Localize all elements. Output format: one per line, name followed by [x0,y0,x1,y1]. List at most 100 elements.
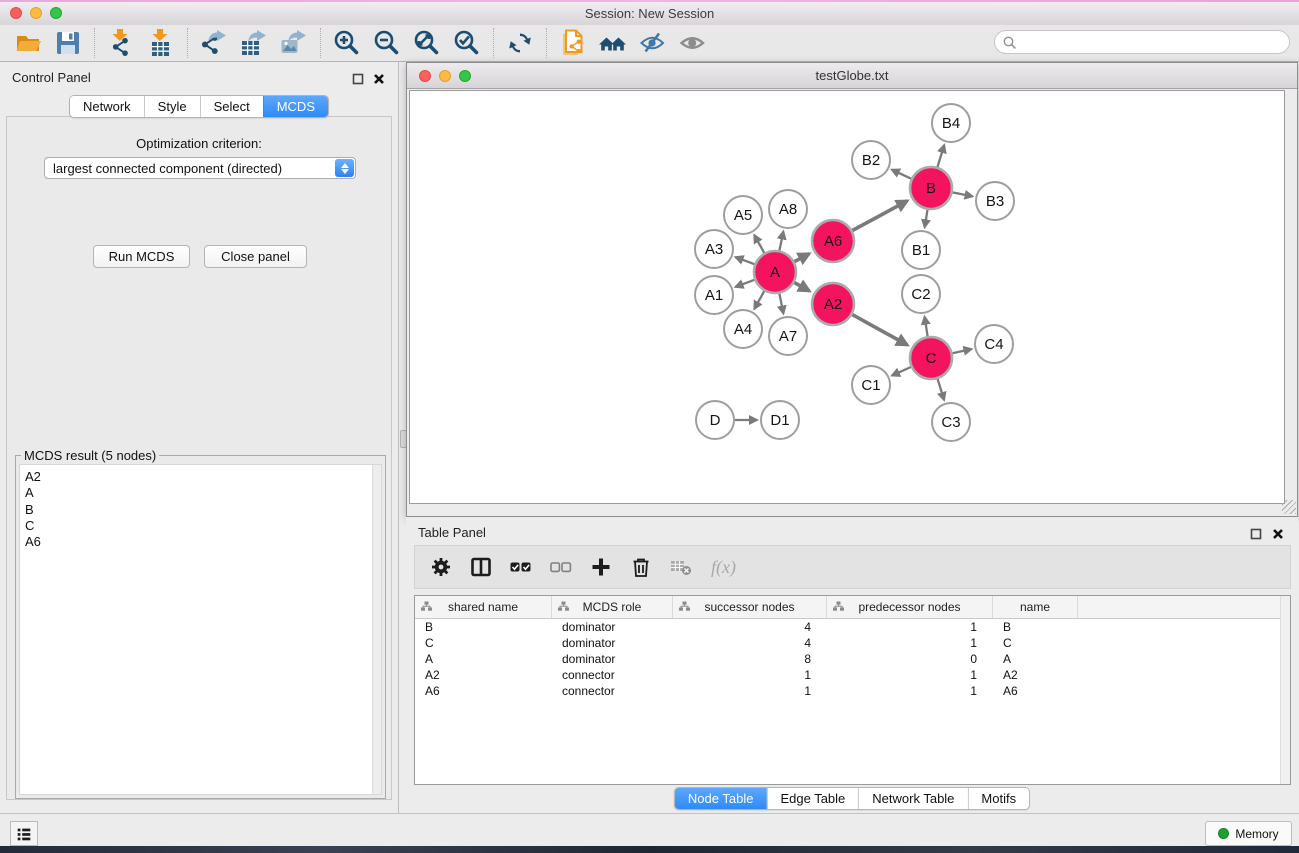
close-panel-icon[interactable] [373,72,385,84]
mcds-result-item[interactable]: A2 [20,469,381,485]
table-cell[interactable]: A2 [993,668,1078,682]
table-cell[interactable]: dominator [552,620,673,634]
mcds-result-item[interactable]: A6 [20,534,381,550]
close-window-button[interactable] [10,7,22,19]
table-cell[interactable]: 1 [827,620,993,634]
criterion-dropdown[interactable]: largest connected component (directed) [44,157,356,179]
graph-node-A5[interactable]: A5 [724,196,762,234]
table-cell[interactable]: A [415,652,552,666]
table-cell[interactable]: 1 [827,668,993,682]
function-builder-icon[interactable]: f(x) [709,557,736,578]
graph-edge-A-A4[interactable] [754,291,764,309]
mcds-result-item[interactable]: A [20,485,381,501]
table-row[interactable]: Adominator80A [415,651,1290,667]
graph-node-B1[interactable]: B1 [902,231,940,269]
refresh-layout-icon[interactable] [500,27,540,59]
table-cell[interactable]: A2 [415,668,552,682]
table-row[interactable]: Bdominator41B [415,619,1290,635]
table-cell[interactable]: C [415,636,552,650]
tab-style[interactable]: Style [144,96,200,117]
graph-edge-A2-C[interactable] [852,315,907,345]
column-header-shared-name[interactable]: shared name [415,596,552,618]
search-box[interactable] [994,30,1290,54]
open-session-icon[interactable] [8,27,48,59]
graph-edge-A-A3[interactable] [736,257,755,264]
graph-edge-A-A1[interactable] [736,280,755,287]
network-canvas[interactable]: B4B2BB3A5A8A6B1A3AA1C2A2A4A7C4CC1C3DD1 [409,90,1285,504]
first-neighbors-icon[interactable] [593,27,633,59]
table-cell[interactable]: dominator [552,652,673,666]
save-session-icon[interactable] [48,27,88,59]
graph-edge-A-A8[interactable] [779,232,783,251]
graph-edge-C-C1[interactable] [892,367,911,376]
select-all-columns-icon[interactable] [509,555,533,579]
graph-edge-A-A6[interactable] [794,254,809,262]
graph-edge-C-C4[interactable] [953,349,972,353]
graph-edge-C-C3[interactable] [938,379,945,400]
task-history-button[interactable] [10,821,38,846]
search-input[interactable] [1021,32,1285,54]
table-cell[interactable]: 4 [673,620,827,634]
graph-edge-B-B1[interactable] [925,210,928,228]
table-cell[interactable]: 0 [827,652,993,666]
graph-node-A8[interactable]: A8 [769,190,807,228]
graph-node-A3[interactable]: A3 [695,230,733,268]
graph-node-B2[interactable]: B2 [852,141,890,179]
zoom-window-button[interactable] [50,7,62,19]
export-network-icon[interactable] [194,27,234,59]
minimize-window-button[interactable] [30,7,42,19]
resize-grip-icon[interactable] [1282,500,1296,514]
mcds-result-item[interactable]: C [20,518,381,534]
table-cell[interactable]: connector [552,684,673,698]
table-row[interactable]: A6connector11A6 [415,683,1290,699]
delete-column-icon[interactable] [629,555,653,579]
graph-node-A[interactable]: A [754,251,796,293]
table-cell[interactable]: 8 [673,652,827,666]
table-cell[interactable]: B [993,620,1078,634]
graph-edge-B-B3[interactable] [953,192,973,196]
graph-node-A2[interactable]: A2 [812,283,854,325]
tab-network-table[interactable]: Network Table [858,788,967,809]
new-network-from-selection-icon[interactable] [553,27,593,59]
table-cell[interactable]: C [993,636,1078,650]
add-column-icon[interactable] [589,555,613,579]
minimize-view-button[interactable] [439,70,451,82]
tab-select[interactable]: Select [200,96,263,117]
graph-edge-A-A5[interactable] [754,235,764,253]
table-row[interactable]: Cdominator41C [415,635,1290,651]
graph-edge-C-C2[interactable] [925,317,928,337]
graph-edge-A-A7[interactable] [779,294,783,314]
hide-selected-icon[interactable] [633,27,673,59]
table-row[interactable]: A2connector11A2 [415,667,1290,683]
import-network-icon[interactable] [101,27,141,59]
close-panel-button[interactable]: Close panel [204,245,307,268]
show-columns-icon[interactable] [469,555,493,579]
graph-edge-A6-B[interactable] [852,201,907,231]
graph-node-A6[interactable]: A6 [812,220,854,262]
mcds-result-list[interactable]: A2ABCA6 [19,464,382,795]
memory-button[interactable]: Memory [1205,821,1292,846]
graph-node-A4[interactable]: A4 [724,310,762,348]
zoom-view-button[interactable] [459,70,471,82]
graph-node-C4[interactable]: C4 [975,325,1013,363]
graph-node-B[interactable]: B [910,167,952,209]
graph-node-A1[interactable]: A1 [695,276,733,314]
close-table-panel-icon[interactable] [1272,527,1284,539]
table-cell[interactable]: B [415,620,552,634]
tab-node-table[interactable]: Node Table [675,788,767,809]
column-header-name[interactable]: name [993,596,1078,618]
graph-node-D[interactable]: D [696,401,734,439]
zoom-out-icon[interactable] [367,27,407,59]
export-image-icon[interactable] [274,27,314,59]
graph-node-A7[interactable]: A7 [769,317,807,355]
table-cell[interactable]: A6 [415,684,552,698]
graph-edge-B-B4[interactable] [938,145,945,167]
graph-node-B4[interactable]: B4 [932,104,970,142]
zoom-selected-icon[interactable] [447,27,487,59]
table-cell[interactable]: 1 [673,668,827,682]
float-table-panel-icon[interactable] [1250,527,1262,539]
table-cell[interactable]: 1 [827,636,993,650]
show-all-icon[interactable] [673,27,713,59]
table-cell[interactable]: 1 [673,684,827,698]
graph-node-D1[interactable]: D1 [761,401,799,439]
